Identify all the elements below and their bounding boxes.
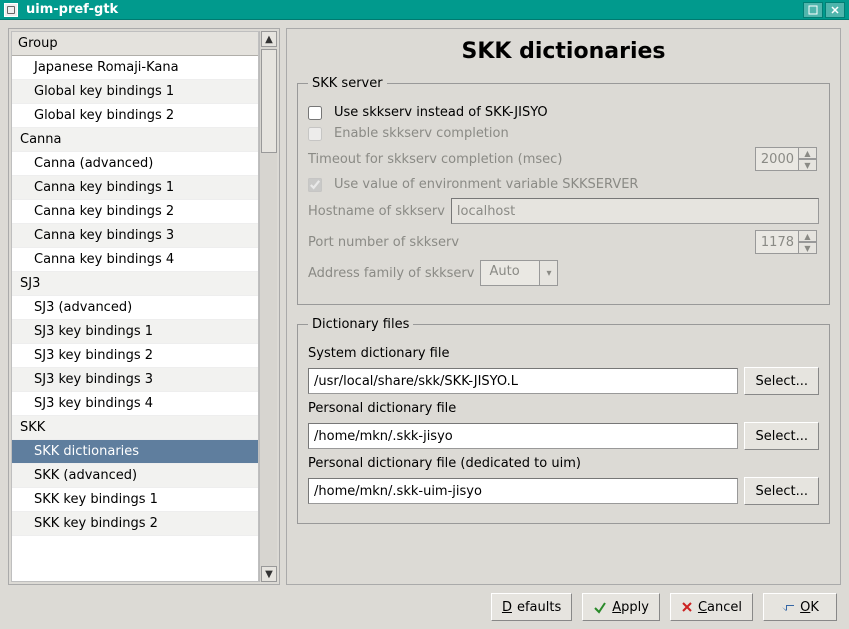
dictionary-files-group: Dictionary files System dictionary file …	[297, 317, 830, 524]
sidebar-item[interactable]: SKK	[12, 416, 258, 440]
enable-completion-checkbox	[308, 127, 322, 141]
group-list-body: Japanese Romaji-KanaGlobal key bindings …	[12, 56, 258, 536]
system-dict-label: System dictionary file	[308, 346, 449, 361]
sidebar-item[interactable]: SKK key bindings 2	[12, 512, 258, 536]
timeout-value	[755, 147, 799, 171]
page-title: SKK dictionaries	[297, 39, 830, 64]
port-spin-up: ▲	[799, 230, 817, 242]
sidebar-item[interactable]: SJ3 key bindings 4	[12, 392, 258, 416]
scroll-down-arrow[interactable]: ▼	[261, 566, 277, 582]
sidebar-item[interactable]: SKK key bindings 1	[12, 488, 258, 512]
sidebar-item[interactable]: SJ3 key bindings 1	[12, 320, 258, 344]
port-spin-down: ▼	[799, 242, 817, 254]
app-body: Group Japanese Romaji-KanaGlobal key bin…	[0, 20, 849, 629]
apply-button[interactable]: Apply	[582, 593, 660, 621]
timeout-label: Timeout for skkserv completion (msec)	[308, 152, 749, 167]
skk-server-group: SKK server Use skkserv instead of SKK-JI…	[297, 76, 830, 305]
content-pane: SKK dictionaries SKK server Use skkserv …	[286, 28, 841, 585]
scroll-thumb[interactable]	[261, 49, 277, 153]
close-button[interactable]	[825, 2, 845, 18]
ok-icon	[781, 601, 795, 613]
port-label: Port number of skkserv	[308, 235, 749, 250]
app-icon	[4, 3, 18, 17]
button-bar: Defaults Apply Cancel OK	[8, 585, 841, 623]
personal-dict-select-button[interactable]: Select...	[744, 422, 819, 450]
address-family-dropdown-btn: ▾	[540, 260, 558, 286]
address-family-value: Auto	[480, 260, 540, 286]
personal-uim-dict-input[interactable]	[308, 478, 738, 504]
personal-uim-dict-label: Personal dictionary file (dedicated to u…	[308, 456, 581, 471]
sidebar-item[interactable]: SKK dictionaries	[12, 440, 258, 464]
use-skkserv-label[interactable]: Use skkserv instead of SKK-JISYO	[334, 105, 548, 120]
system-dict-input[interactable]	[308, 368, 738, 394]
sidebar-item[interactable]: Canna	[12, 128, 258, 152]
dictionary-files-legend: Dictionary files	[308, 317, 413, 332]
skk-server-legend: SKK server	[308, 76, 387, 91]
sidebar-item[interactable]: Canna (advanced)	[12, 152, 258, 176]
use-skkserv-checkbox[interactable]	[308, 106, 322, 120]
sidebar-item[interactable]: Canna key bindings 1	[12, 176, 258, 200]
use-env-skkserver-label: Use value of environment variable SKKSER…	[334, 177, 638, 192]
timeout-spin-down: ▼	[799, 159, 817, 171]
personal-uim-dict-select-button[interactable]: Select...	[744, 477, 819, 505]
scroll-up-arrow[interactable]: ▲	[261, 31, 277, 47]
titlebar: uim-pref-gtk	[0, 0, 849, 20]
enable-completion-label: Enable skkserv completion	[334, 126, 509, 141]
sidebar-item[interactable]: Canna key bindings 4	[12, 248, 258, 272]
sidebar-item[interactable]: Canna key bindings 3	[12, 224, 258, 248]
sidebar-item[interactable]: SJ3 key bindings 2	[12, 344, 258, 368]
port-spinner: ▲ ▼	[755, 230, 819, 254]
use-env-skkserver-checkbox	[308, 178, 322, 192]
personal-dict-input[interactable]	[308, 423, 738, 449]
maximize-button[interactable]	[803, 2, 823, 18]
sidebar-item[interactable]: Japanese Romaji-Kana	[12, 56, 258, 80]
timeout-spinner: ▲ ▼	[755, 147, 819, 171]
port-value	[755, 230, 799, 254]
hostname-label: Hostname of skkserv	[308, 204, 445, 219]
cancel-button[interactable]: Cancel	[670, 593, 753, 621]
sidebar: Group Japanese Romaji-KanaGlobal key bin…	[8, 28, 280, 585]
sidebar-scrollbar[interactable]: ▲ ▼	[259, 31, 277, 582]
address-family-label: Address family of skkserv	[308, 266, 474, 281]
cancel-icon	[681, 601, 693, 613]
personal-dict-label: Personal dictionary file	[308, 401, 456, 416]
panes: Group Japanese Romaji-KanaGlobal key bin…	[8, 28, 841, 585]
sidebar-item[interactable]: SJ3 key bindings 3	[12, 368, 258, 392]
group-listview[interactable]: Group Japanese Romaji-KanaGlobal key bin…	[11, 31, 259, 582]
group-list-header[interactable]: Group	[12, 32, 258, 56]
window-title: uim-pref-gtk	[24, 2, 801, 17]
timeout-spin-up: ▲	[799, 147, 817, 159]
sidebar-item[interactable]: Global key bindings 2	[12, 104, 258, 128]
system-dict-select-button[interactable]: Select...	[744, 367, 819, 395]
sidebar-item[interactable]: SKK (advanced)	[12, 464, 258, 488]
address-family-combo: Auto ▾	[480, 260, 558, 286]
ok-button[interactable]: OK	[763, 593, 837, 621]
sidebar-item[interactable]: Canna key bindings 2	[12, 200, 258, 224]
sidebar-item[interactable]: SJ3 (advanced)	[12, 296, 258, 320]
apply-icon	[593, 600, 607, 614]
defaults-button[interactable]: Defaults	[491, 593, 572, 621]
sidebar-item[interactable]: Global key bindings 1	[12, 80, 258, 104]
sidebar-item[interactable]: SJ3	[12, 272, 258, 296]
hostname-input	[451, 198, 819, 224]
